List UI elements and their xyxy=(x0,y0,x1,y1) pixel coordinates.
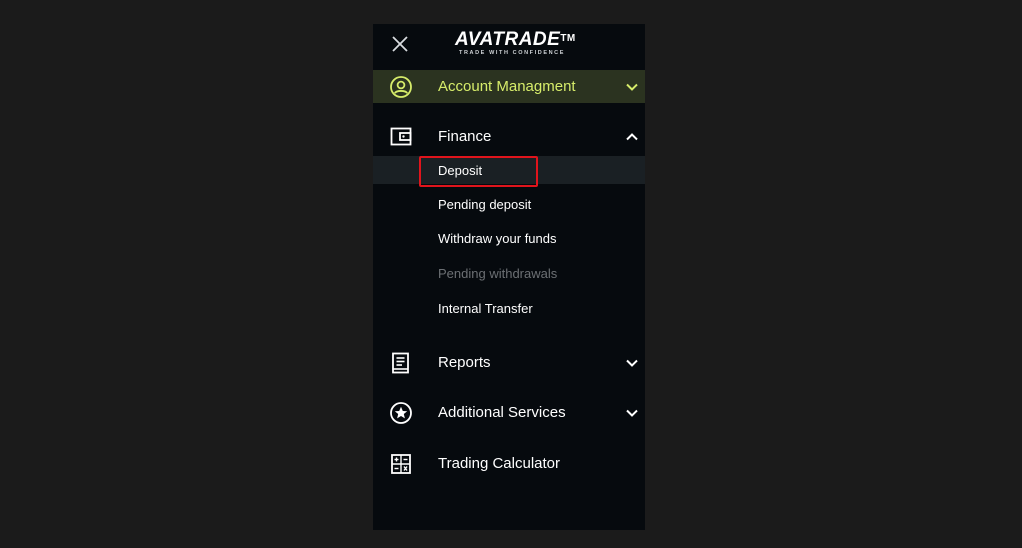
chevron-up-icon xyxy=(625,130,639,144)
user-circle-icon xyxy=(389,75,413,99)
submenu-item-label: Withdraw your funds xyxy=(438,230,557,246)
close-icon[interactable] xyxy=(390,34,410,54)
menu-item-additional-services[interactable]: Additional Services xyxy=(373,396,645,429)
menu-header: AVATRADETM TRADE WITH CONFIDENCE xyxy=(373,24,645,70)
submenu-item-pending-withdrawals[interactable]: Pending withdrawals xyxy=(373,259,645,287)
avatrade-logo[interactable]: AVATRADETM TRADE WITH CONFIDENCE xyxy=(455,30,595,60)
menu-item-label: Trading Calculator xyxy=(438,455,560,472)
calculator-icon xyxy=(389,452,413,476)
submenu-item-label: Pending deposit xyxy=(438,196,532,212)
submenu-item-pending-deposit[interactable]: Pending deposit xyxy=(373,190,645,218)
submenu-item-deposit[interactable]: Deposit xyxy=(373,156,645,184)
chevron-down-icon xyxy=(625,406,639,420)
submenu-item-label: Pending withdrawals xyxy=(438,265,558,281)
star-circle-icon xyxy=(389,401,413,425)
submenu-item-withdraw-funds[interactable]: Withdraw your funds xyxy=(373,224,645,252)
submenu-item-label: Deposit xyxy=(438,162,483,178)
logo-wordmark: AVATRADETM xyxy=(455,29,576,50)
menu-item-label: Reports xyxy=(438,354,491,371)
wallet-icon xyxy=(389,125,413,149)
menu-item-finance[interactable]: Finance xyxy=(373,120,645,153)
chevron-down-icon xyxy=(625,80,639,94)
submenu-item-internal-transfer[interactable]: Internal Transfer xyxy=(373,294,645,322)
menu-item-label: Account Managment xyxy=(438,78,576,95)
menu-item-label: Finance xyxy=(438,128,492,145)
menu-item-trading-calculator[interactable]: Trading Calculator xyxy=(373,447,645,480)
side-menu-panel: AVATRADETM TRADE WITH CONFIDENCE Account… xyxy=(373,24,645,530)
submenu-item-label: Internal Transfer xyxy=(438,300,533,316)
menu-item-account-management[interactable]: Account Managment xyxy=(373,70,645,103)
chevron-down-icon xyxy=(625,356,639,370)
document-icon xyxy=(389,351,413,375)
menu-item-label: Additional Services xyxy=(438,404,566,421)
menu-item-reports[interactable]: Reports xyxy=(373,346,645,379)
logo-tagline: TRADE WITH CONFIDENCE xyxy=(459,50,566,56)
